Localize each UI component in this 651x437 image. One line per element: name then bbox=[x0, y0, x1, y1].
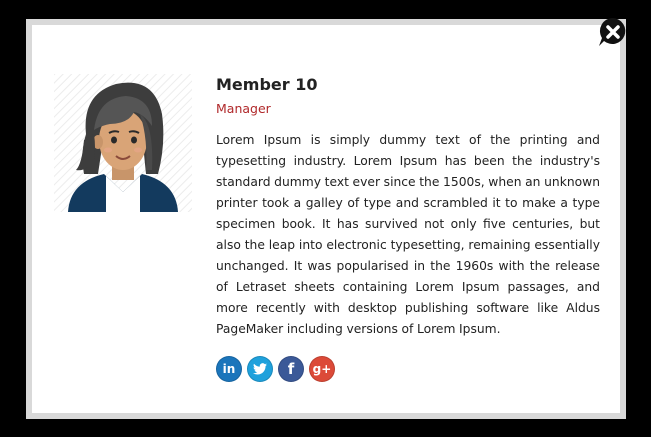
twitter-icon bbox=[253, 360, 267, 379]
twitter-button[interactable] bbox=[247, 356, 273, 382]
member-role: Manager bbox=[216, 101, 271, 116]
facebook-icon: f bbox=[287, 359, 295, 378]
social-links: in f g+ bbox=[216, 356, 335, 382]
member-name: Member 10 bbox=[216, 75, 318, 94]
close-icon bbox=[599, 17, 626, 46]
member-bio: Lorem Ipsum is simply dummy text of the … bbox=[216, 133, 600, 336]
google-plus-button[interactable]: g+ bbox=[309, 356, 335, 382]
linkedin-button[interactable]: in bbox=[216, 356, 242, 382]
google-plus-icon: g+ bbox=[312, 362, 332, 376]
close-button[interactable] bbox=[598, 17, 628, 47]
linkedin-icon: in bbox=[222, 362, 236, 376]
member-avatar bbox=[54, 74, 192, 212]
facebook-button[interactable]: f bbox=[278, 356, 304, 382]
